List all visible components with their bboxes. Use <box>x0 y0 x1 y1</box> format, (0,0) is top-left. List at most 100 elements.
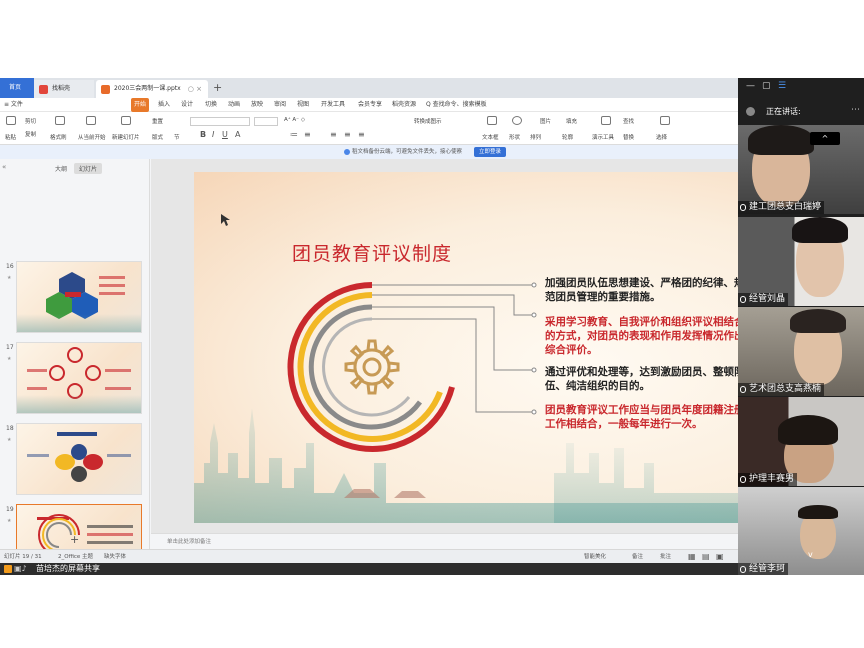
align-center-icon[interactable]: ≡ <box>344 130 351 139</box>
smart-beautify-button[interactable]: 智能美化 <box>584 550 606 564</box>
present-tools-icon[interactable] <box>601 116 611 125</box>
normal-view-icon[interactable]: ▦ <box>688 550 696 564</box>
slide-bullet-1[interactable]: 加强团员队伍思想建设、严格团的纪律、规范团员管理的重要措施。 <box>545 276 738 304</box>
search-command[interactable]: Q 查找命令、搜索模板 <box>426 98 487 112</box>
participant-tile[interactable]: 建工团总支白瑞婷 <box>738 125 864 214</box>
reading-view-icon[interactable]: ▣ <box>716 550 724 564</box>
scroll-down-button[interactable]: v <box>808 550 813 559</box>
menu-review[interactable]: 审阅 <box>274 98 286 112</box>
menu-design[interactable]: 设计 <box>181 98 193 112</box>
participant-name: 艺术团总支高燕楠 <box>738 383 825 396</box>
bullet-list-icon[interactable]: ≔ <box>290 130 298 139</box>
screen: 首页 找稻壳 2020三会两制一课.pptx ○ × + ≡ 文件 开始 插入 … <box>0 78 864 575</box>
tab-home[interactable]: 首页 <box>0 78 34 98</box>
select-icon[interactable] <box>660 116 670 125</box>
microphone-icon <box>740 476 746 483</box>
align-right-icon[interactable]: ≡ <box>358 130 365 139</box>
login-button[interactable]: 立即登录 <box>474 147 506 157</box>
font-color-icon[interactable]: A <box>235 130 240 139</box>
minimize-icon[interactable]: — <box>746 81 755 91</box>
underline-icon[interactable]: U <box>222 130 228 139</box>
fill-button[interactable]: 填充 <box>566 117 577 125</box>
menu-insert[interactable]: 插入 <box>158 98 170 112</box>
menu-view[interactable]: 视图 <box>297 98 309 112</box>
participant-tile[interactable]: 经管刘晶 <box>738 217 864 306</box>
arrange-button[interactable]: 排列 <box>530 133 541 141</box>
cut-button[interactable]: 剪切 <box>25 117 36 125</box>
menu-docer[interactable]: 稻壳资源 <box>392 98 416 112</box>
comments-toggle-button[interactable]: 批注 <box>660 550 671 564</box>
font-size-select[interactable] <box>254 117 278 126</box>
participant-tile[interactable]: 护理丰赛男 <box>738 397 864 486</box>
participant-name: 护理丰赛男 <box>738 473 798 486</box>
present-tools-button[interactable]: 演示工具 <box>592 133 614 141</box>
ribbon-toolbar: 粘贴 剪切 复制 格式刷 从当前开始 新建幻灯片 重置 版式 节 A⁺ A⁻ ◇… <box>0 112 738 145</box>
align-left-icon[interactable]: ≡ <box>330 130 337 139</box>
play-icon[interactable] <box>86 116 96 125</box>
font-size-buttons[interactable]: A⁺ A⁻ ◇ <box>284 117 305 123</box>
bold-icon[interactable]: B <box>200 130 206 139</box>
scroll-up-button[interactable]: ^ <box>810 132 840 145</box>
participant-tile[interactable]: 经管李珂 <box>738 487 864 575</box>
format-painter-icon[interactable] <box>55 116 65 125</box>
italic-icon[interactable]: I <box>212 130 214 139</box>
notes-bar[interactable]: 单击此处添加备注 <box>151 533 738 549</box>
close-tab-icon[interactable]: ○ × <box>188 80 202 98</box>
slide-bullet-2[interactable]: 采用学习教育、自我评价和组织评议相结合的方式，对团员的表现和作用发挥情况作出综合… <box>545 315 738 357</box>
slide-thumbnail-17[interactable] <box>16 342 142 414</box>
image-button[interactable]: 图片 <box>540 117 551 125</box>
tab-slides[interactable]: 幻灯片 <box>73 163 102 174</box>
section-button[interactable]: 节 <box>174 133 180 141</box>
missing-font-button[interactable]: 缺失字体 <box>104 550 126 564</box>
shape-icon[interactable] <box>512 116 522 125</box>
menu-member[interactable]: 会员专享 <box>358 98 382 112</box>
layout-button[interactable]: 版式 <box>152 133 163 141</box>
menu-start[interactable]: 开始 <box>131 98 150 112</box>
convert-smartart-button[interactable]: 转换成图示 <box>414 117 442 125</box>
new-slide-icon[interactable] <box>121 116 131 125</box>
new-tab-button[interactable]: + <box>213 80 222 96</box>
restore-icon[interactable]: ▢ <box>762 81 771 91</box>
copy-button[interactable]: 复制 <box>25 130 36 138</box>
new-slide-button[interactable]: 新建幻灯片 <box>112 133 140 141</box>
paste-button[interactable]: 粘贴 <box>5 133 16 141</box>
slide-thumbnail-18[interactable] <box>16 423 142 495</box>
play-from-current-button[interactable]: 从当前开始 <box>78 133 106 141</box>
notes-toggle-button[interactable]: 备注 <box>632 550 643 564</box>
find-button[interactable]: 查找 <box>623 117 634 125</box>
grid-view-icon[interactable]: ▤ <box>702 550 710 564</box>
paste-icon[interactable] <box>6 116 16 125</box>
tab-document[interactable]: 2020三会两制一课.pptx ○ × <box>96 80 208 98</box>
add-slide-button[interactable]: + <box>70 533 79 546</box>
tab-outline[interactable]: 大纲 <box>50 163 72 174</box>
shape-button[interactable]: 形状 <box>509 133 520 141</box>
menu-developer[interactable]: 开发工具 <box>321 98 345 112</box>
slide-bullet-4[interactable]: 团员教育评议工作应当与团员年度团籍注册工作相结合，一般每年进行一次。 <box>545 403 738 431</box>
notes-placeholder[interactable]: 单击此处添加备注 <box>167 534 211 550</box>
menu-file[interactable]: ≡ 文件 <box>4 98 23 112</box>
menu-animation[interactable]: 动画 <box>228 98 240 112</box>
select-button[interactable]: 选择 <box>656 133 667 141</box>
text-box-icon[interactable] <box>487 116 497 125</box>
notice-text: 稻文档备份云端，可避免文件丢失，接心使察 <box>352 149 463 155</box>
reset-button[interactable]: 重置 <box>152 117 163 125</box>
more-icon[interactable]: ⋯ <box>851 105 860 115</box>
font-name-select[interactable] <box>190 117 250 126</box>
participant-hair <box>748 125 814 155</box>
tab-find-template[interactable]: 找稻壳 <box>34 80 94 98</box>
format-painter-button[interactable]: 格式刷 <box>50 133 67 141</box>
screen-share-bar: 苗培杰的屏幕共享 ▣♪ <box>0 563 738 575</box>
numbered-list-icon[interactable]: ≡ <box>304 130 311 139</box>
collapse-panel-icon[interactable]: « <box>2 163 6 171</box>
text-box-button[interactable]: 文本框 <box>482 133 499 141</box>
participant-tile[interactable]: 艺术团总支高燕楠 <box>738 307 864 396</box>
outline-button[interactable]: 轮廓 <box>562 133 573 141</box>
slide-bullet-3[interactable]: 通过评优和处理等，达到激励团员、整顿队伍、纯洁组织的目的。 <box>545 365 738 393</box>
menu-transition[interactable]: 切换 <box>205 98 217 112</box>
skyline-decoration <box>17 314 141 332</box>
slide-thumbnail-16[interactable] <box>16 261 142 333</box>
menu-slideshow[interactable]: 放映 <box>251 98 263 112</box>
menu-icon[interactable]: ☰ <box>778 81 786 91</box>
current-slide[interactable]: 团员教育评议制度 加强团员队伍思想建设、严格团的纪律、规范团员管理的重要措施。 … <box>194 172 738 523</box>
replace-button[interactable]: 替换 <box>623 133 634 141</box>
